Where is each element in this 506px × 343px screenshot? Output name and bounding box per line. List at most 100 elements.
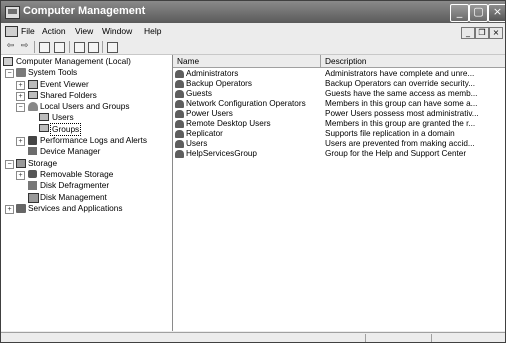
export-list-icon[interactable] [88, 42, 99, 53]
group-description: Backup Operators can override security..… [325, 79, 476, 88]
storage-icon [16, 159, 26, 168]
group-icon [175, 70, 184, 78]
menu-file[interactable]: File [21, 26, 35, 36]
console-tree[interactable]: Computer Management (Local) − System Too… [1, 55, 173, 331]
group-name: Replicator [186, 129, 223, 138]
folder-icon [39, 113, 49, 121]
group-description: Supports file replication in a domain [325, 129, 455, 138]
list-item[interactable]: Guests Guests have the same access as me… [173, 89, 505, 99]
mdi-close-button[interactable]: × [489, 27, 503, 39]
properties-icon[interactable] [74, 42, 85, 53]
tree-label-system-tools: System Tools [28, 67, 78, 77]
computer-management-window: Computer Management _ ▢ × File Action Vi… [0, 0, 506, 343]
group-icon [175, 150, 184, 158]
list-item[interactable]: Power Users Power Users possess most adm… [173, 109, 505, 119]
forward-arrow-icon[interactable]: ⇨ [19, 41, 30, 52]
tree-item-performance-logs[interactable]: + Performance Logs and Alerts [1, 135, 172, 146]
event-viewer-icon [28, 80, 38, 89]
system-tools-icon [16, 68, 26, 77]
tree-label-device-manager: Device Manager [40, 146, 101, 156]
toolbar-separator [34, 41, 35, 53]
tree-label-services-apps: Services and Applications [28, 203, 123, 213]
document-window-icon[interactable] [5, 26, 18, 37]
tree-label-shared-folders: Shared Folders [40, 90, 97, 100]
list-item[interactable]: HelpServicesGroup Group for the Help and… [173, 149, 505, 159]
collapse-expander-icon[interactable]: − [5, 160, 14, 169]
group-name: Network Configuration Operators [186, 99, 306, 108]
tree-item-disk-management[interactable]: Disk Management [1, 192, 172, 203]
up-folder-icon[interactable] [39, 42, 50, 53]
tree-label-removable-storage: Removable Storage [40, 169, 114, 179]
group-description: Guests have the same access as memb... [325, 89, 478, 98]
group-description: Power Users possess most administrativ..… [325, 109, 479, 118]
column-header-name[interactable]: Name [173, 55, 321, 68]
toolbar: ⇦ ⇨ [1, 40, 505, 55]
expand-expander-icon[interactable]: + [16, 92, 25, 101]
group-description: Administrators have complete and unre... [325, 69, 475, 78]
expand-expander-icon[interactable]: + [16, 81, 25, 90]
tree-label-event-viewer: Event Viewer [40, 79, 89, 89]
group-icon [175, 100, 184, 108]
group-description: Members in this group are granted the r.… [325, 119, 476, 128]
menu-view[interactable]: View [75, 26, 93, 36]
show-hide-tree-icon[interactable] [54, 42, 65, 53]
list-item[interactable]: Backup Operators Backup Operators can ov… [173, 79, 505, 89]
expand-expander-icon[interactable]: + [16, 137, 25, 146]
tree-label-disk-defragmenter: Disk Defragmenter [40, 180, 110, 190]
list-item[interactable]: Administrators Administrators have compl… [173, 69, 505, 79]
back-arrow-icon[interactable]: ⇦ [5, 41, 16, 52]
menu-bar: File Action View Window Help _ ❐ × [1, 23, 505, 39]
mdi-minimize-button[interactable]: _ [461, 27, 475, 39]
toolbar-separator [102, 41, 103, 53]
mdi-restore-button[interactable]: ❐ [475, 27, 489, 39]
group-icon [175, 130, 184, 138]
collapse-expander-icon[interactable]: − [16, 103, 25, 112]
expand-expander-icon[interactable]: + [5, 205, 14, 214]
group-name: Power Users [186, 109, 233, 118]
tree-item-services-apps[interactable]: + Services and Applications [1, 203, 172, 214]
tree-item-system-tools[interactable]: − System Tools [1, 67, 172, 78]
computer-management-icon [5, 6, 20, 19]
group-icon [175, 80, 184, 88]
group-name: Administrators [186, 69, 239, 78]
tree-item-removable-storage[interactable]: + Removable Storage [1, 169, 172, 180]
removable-storage-icon [28, 170, 37, 178]
disk-management-icon [28, 193, 39, 203]
status-bar [1, 332, 505, 342]
list-item[interactable]: Users Users are prevented from making ac… [173, 139, 505, 149]
list-item[interactable]: Network Configuration Operators Members … [173, 99, 505, 109]
details-list[interactable]: Name Description Administrators Administ… [173, 55, 505, 331]
tree-item-groups[interactable]: Groups [1, 123, 172, 136]
group-description: Members in this group can have some a... [325, 99, 478, 108]
device-manager-icon [28, 147, 37, 155]
column-header-description[interactable]: Description [321, 55, 505, 68]
disk-defragmenter-icon [28, 181, 37, 190]
tree-item-shared-folders[interactable]: + Shared Folders [1, 90, 172, 101]
menu-help[interactable]: Help [144, 26, 161, 36]
shared-folder-icon [28, 91, 38, 99]
list-item[interactable]: Replicator Supports file replication in … [173, 129, 505, 139]
tree-label-users: Users [52, 112, 74, 122]
tree-item-event-viewer[interactable]: + Event Viewer [1, 79, 172, 90]
group-name: Users [186, 139, 208, 148]
minimize-button[interactable]: _ [450, 4, 469, 22]
collapse-expander-icon[interactable]: − [5, 69, 14, 78]
tree-item-storage[interactable]: − Storage [1, 158, 172, 169]
window-title: Computer Management [23, 5, 146, 17]
help-icon[interactable] [107, 42, 118, 53]
tree-item-local-users-groups[interactable]: − Local Users and Groups [1, 101, 172, 112]
tree-item-users[interactable]: Users [1, 112, 172, 123]
title-bar[interactable]: Computer Management _ ▢ × [1, 1, 505, 23]
expand-expander-icon[interactable]: + [16, 171, 25, 180]
tree-item-device-manager[interactable]: Device Manager [1, 146, 172, 157]
group-name: Guests [186, 89, 212, 98]
close-button[interactable]: × [488, 4, 505, 22]
tree-item-disk-defragmenter[interactable]: Disk Defragmenter [1, 180, 172, 191]
maximize-button[interactable]: ▢ [469, 4, 488, 22]
services-applications-icon [16, 204, 26, 213]
menu-action[interactable]: Action [42, 26, 66, 36]
performance-logs-icon [28, 136, 37, 145]
menu-window[interactable]: Window [102, 26, 132, 36]
list-item[interactable]: Remote Desktop Users Members in this gro… [173, 119, 505, 129]
tree-label-performance-logs: Performance Logs and Alerts [40, 135, 147, 145]
